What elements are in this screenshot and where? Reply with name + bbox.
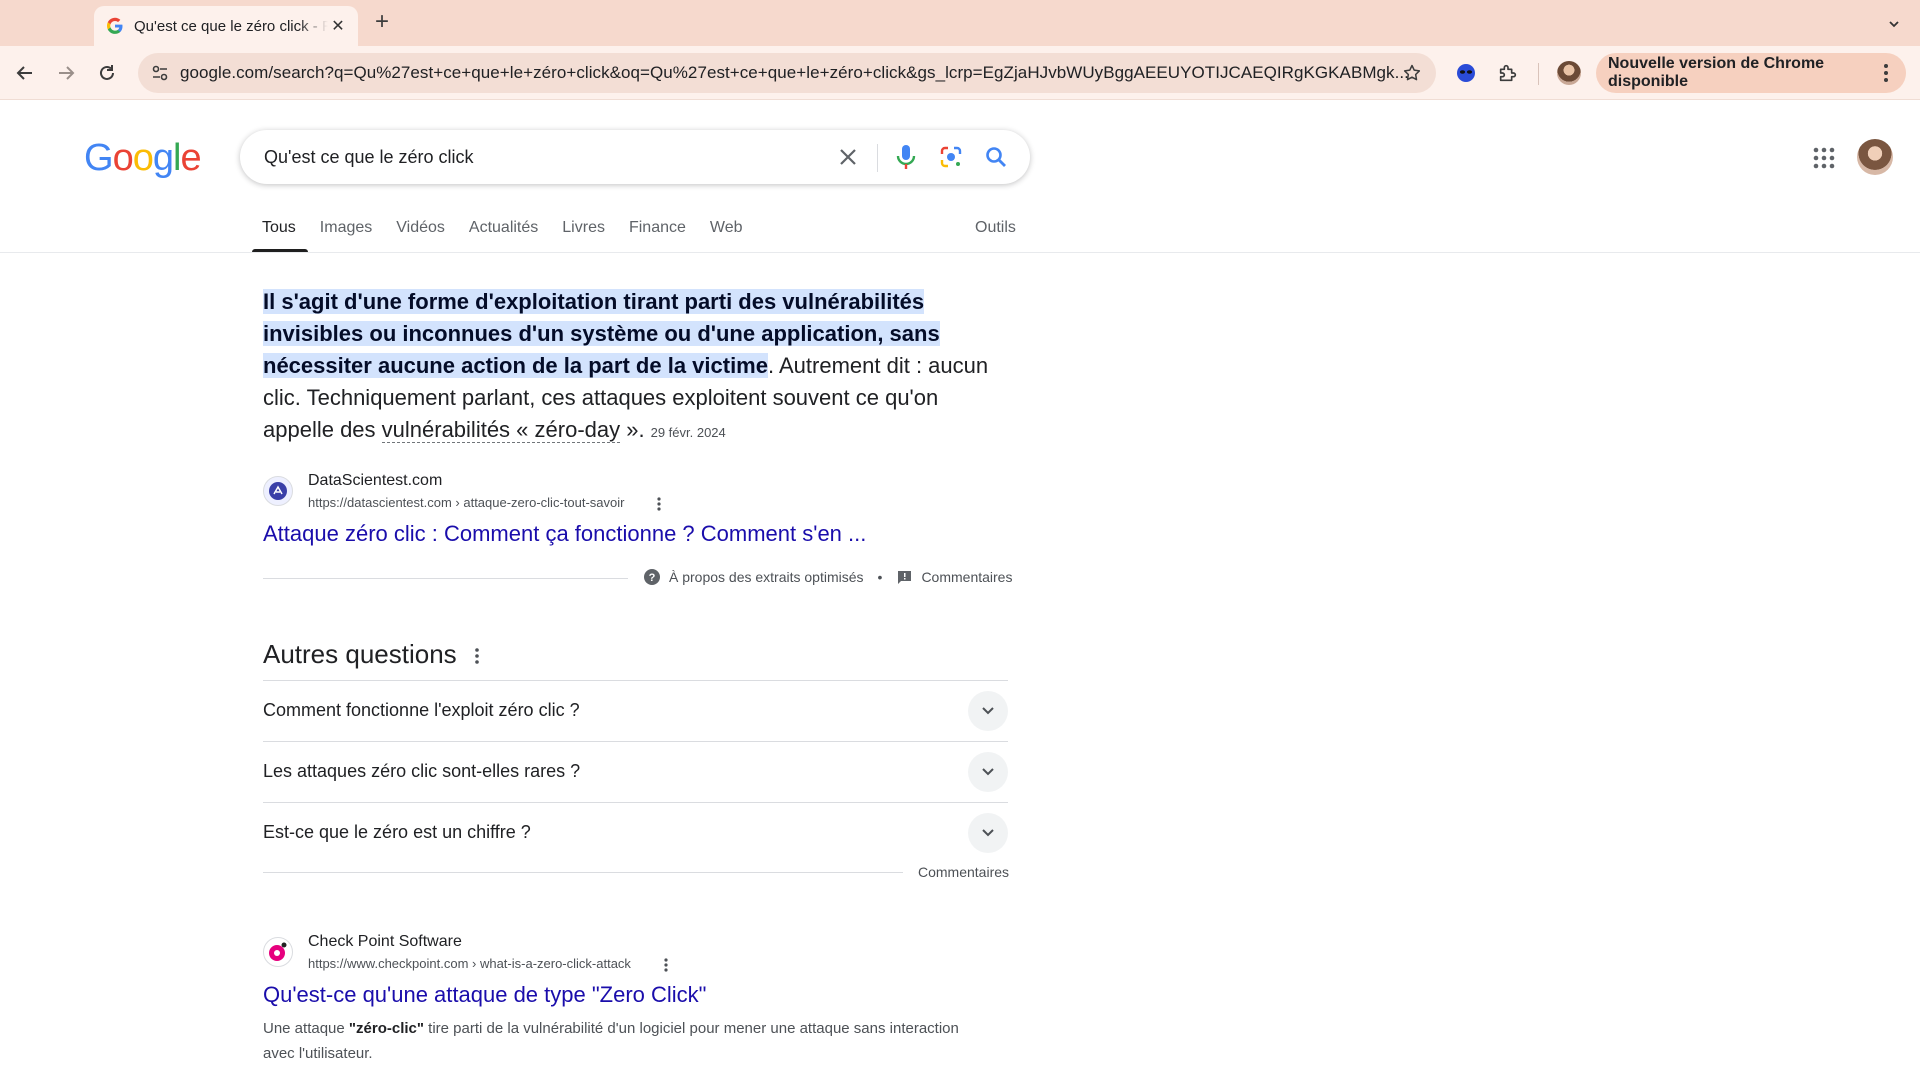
tab-search-chevron-icon[interactable]: [1882, 12, 1906, 36]
chevron-down-icon[interactable]: [968, 752, 1008, 792]
logo-letter: g: [152, 137, 174, 179]
tab-images[interactable]: Images: [308, 208, 384, 252]
search-icon[interactable]: [982, 143, 1010, 171]
snippet-result-link[interactable]: Attaque zéro clic : Comment ça fonctionn…: [263, 521, 866, 547]
kebab-menu-icon[interactable]: [1874, 61, 1898, 85]
tools-button[interactable]: Outils: [975, 219, 1016, 237]
tab-web[interactable]: Web: [698, 208, 755, 252]
google-apps-grid-icon[interactable]: [1810, 144, 1838, 172]
snippet-date: 29 févr. 2024: [650, 425, 726, 440]
clear-search-icon[interactable]: [834, 143, 862, 171]
snippet-footer-line: [263, 578, 628, 579]
toolbar-divider: [1538, 63, 1539, 85]
tab-title: Qu'est ce que le zéro click - Recherche …: [134, 17, 328, 35]
source-name[interactable]: Check Point Software: [308, 933, 462, 951]
paa-feedback-link[interactable]: Commentaires: [918, 864, 1009, 880]
result-options-icon[interactable]: [658, 956, 674, 974]
back-arrow-icon[interactable]: [12, 60, 38, 86]
result-description: Une attaque "zéro-clic" tire parti de la…: [263, 1016, 963, 1066]
close-tab-icon[interactable]: ✕: [328, 16, 348, 36]
chevron-down-icon[interactable]: [968, 813, 1008, 853]
source-url[interactable]: https://www.checkpoint.com › what-is-a-z…: [308, 956, 631, 971]
chrome-update-button[interactable]: Nouvelle version de Chrome disponible: [1596, 53, 1906, 93]
logo-letter: o: [112, 137, 134, 179]
header-divider: [0, 252, 1920, 253]
account-avatar[interactable]: [1857, 139, 1893, 175]
extensions-puzzle-icon[interactable]: [1495, 60, 1521, 86]
feedback-icon: [896, 569, 912, 585]
url-path: /search?q=Qu%27est+ce+que+le+zéro+click&…: [268, 63, 1409, 82]
snippet-footer: ? À propos des extraits optimisés • Comm…: [644, 569, 1012, 585]
search-box: [240, 130, 1030, 184]
checkpoint-favicon-icon: [263, 937, 293, 967]
desc-bold: "zéro-clic": [348, 1020, 424, 1037]
browser-toolbar: google.com/search?q=Qu%27est+ce+que+le+z…: [0, 46, 1920, 100]
snippet-term-link[interactable]: vulnérabilités « zéro-day: [381, 417, 621, 443]
tab-finance[interactable]: Finance: [617, 208, 698, 252]
chevron-down-icon[interactable]: [968, 691, 1008, 731]
update-label: Nouvelle version de Chrome disponible: [1608, 55, 1825, 90]
search-separator: [877, 144, 878, 172]
featured-snippet-text: Il s'agit d'une forme d'exploitation tir…: [263, 286, 1009, 449]
paa-question[interactable]: Les attaques zéro clic sont-elles rares …: [263, 741, 1008, 802]
site-info-tune-icon[interactable]: [148, 61, 172, 85]
paa-question-text: Les attaques zéro clic sont-elles rares …: [263, 761, 581, 781]
google-lens-icon[interactable]: [937, 143, 965, 171]
tab-actualites[interactable]: Actualités: [457, 208, 550, 252]
url-host: google.com: [180, 63, 269, 82]
logo-letter: l: [172, 137, 182, 179]
paa-question[interactable]: Est-ce que le zéro est un chiffre ?: [263, 802, 1008, 863]
tab-videos[interactable]: Vidéos: [384, 208, 457, 252]
paa-question-text: Comment fonctionne l'exploit zéro clic ?: [263, 700, 580, 720]
search-input[interactable]: [264, 130, 824, 184]
logo-letter: o: [132, 137, 154, 179]
about-snippets-link[interactable]: À propos des extraits optimisés: [669, 569, 864, 585]
profile-avatar-mini[interactable]: [1557, 61, 1581, 85]
search-tabs: Tous Images Vidéos Actualités Livres Fin…: [252, 208, 755, 252]
paa-options-icon[interactable]: [468, 645, 486, 667]
microphone-icon[interactable]: [892, 143, 920, 171]
source-name[interactable]: DataScientest.com: [308, 472, 442, 490]
tab-tous[interactable]: Tous: [252, 208, 308, 252]
result-title-link[interactable]: Qu'est-ce qu'une attaque de type "Zero C…: [263, 982, 706, 1008]
google-logo[interactable]: Google: [84, 136, 202, 180]
google-favicon-icon: [107, 17, 123, 34]
separator-dot: •: [877, 569, 883, 585]
reload-icon[interactable]: [94, 60, 120, 86]
desc-text: Une attaque: [263, 1020, 349, 1037]
datascientest-favicon-icon: [263, 476, 293, 506]
logo-letter: e: [180, 137, 201, 179]
logo-letter: G: [84, 137, 114, 179]
result-options-icon[interactable]: [651, 495, 667, 513]
paa-heading: Autres questions: [263, 639, 457, 669]
address-bar[interactable]: google.com/search?q=Qu%27est+ce+que+le+z…: [138, 53, 1436, 93]
feedback-link[interactable]: Commentaires: [921, 569, 1012, 585]
snippet-text-end: ».: [620, 417, 645, 442]
paa-footer-line: [263, 872, 903, 873]
new-tab-button[interactable]: +: [370, 10, 394, 35]
forward-arrow-icon[interactable]: [53, 60, 79, 86]
tab-strip: Qu'est ce que le zéro click - Recherche …: [0, 0, 1920, 46]
help-circle-icon: ?: [644, 569, 660, 585]
paa-question[interactable]: Comment fonctionne l'exploit zéro clic ?: [263, 680, 1008, 741]
browser-tab-active[interactable]: Qu'est ce que le zéro click - Recherche …: [94, 6, 358, 46]
bookmark-star-icon[interactable]: [1400, 61, 1424, 85]
paa-question-text: Est-ce que le zéro est un chiffre ?: [263, 822, 531, 842]
url-text: google.com/search?q=Qu%27est+ce+que+le+z…: [180, 63, 1520, 83]
extension-alien-icon[interactable]: [1453, 60, 1479, 86]
tab-livres[interactable]: Livres: [550, 208, 617, 252]
svg-text:?: ?: [649, 572, 656, 584]
source-url[interactable]: https://datascientest.com › attaque-zero…: [308, 495, 624, 510]
